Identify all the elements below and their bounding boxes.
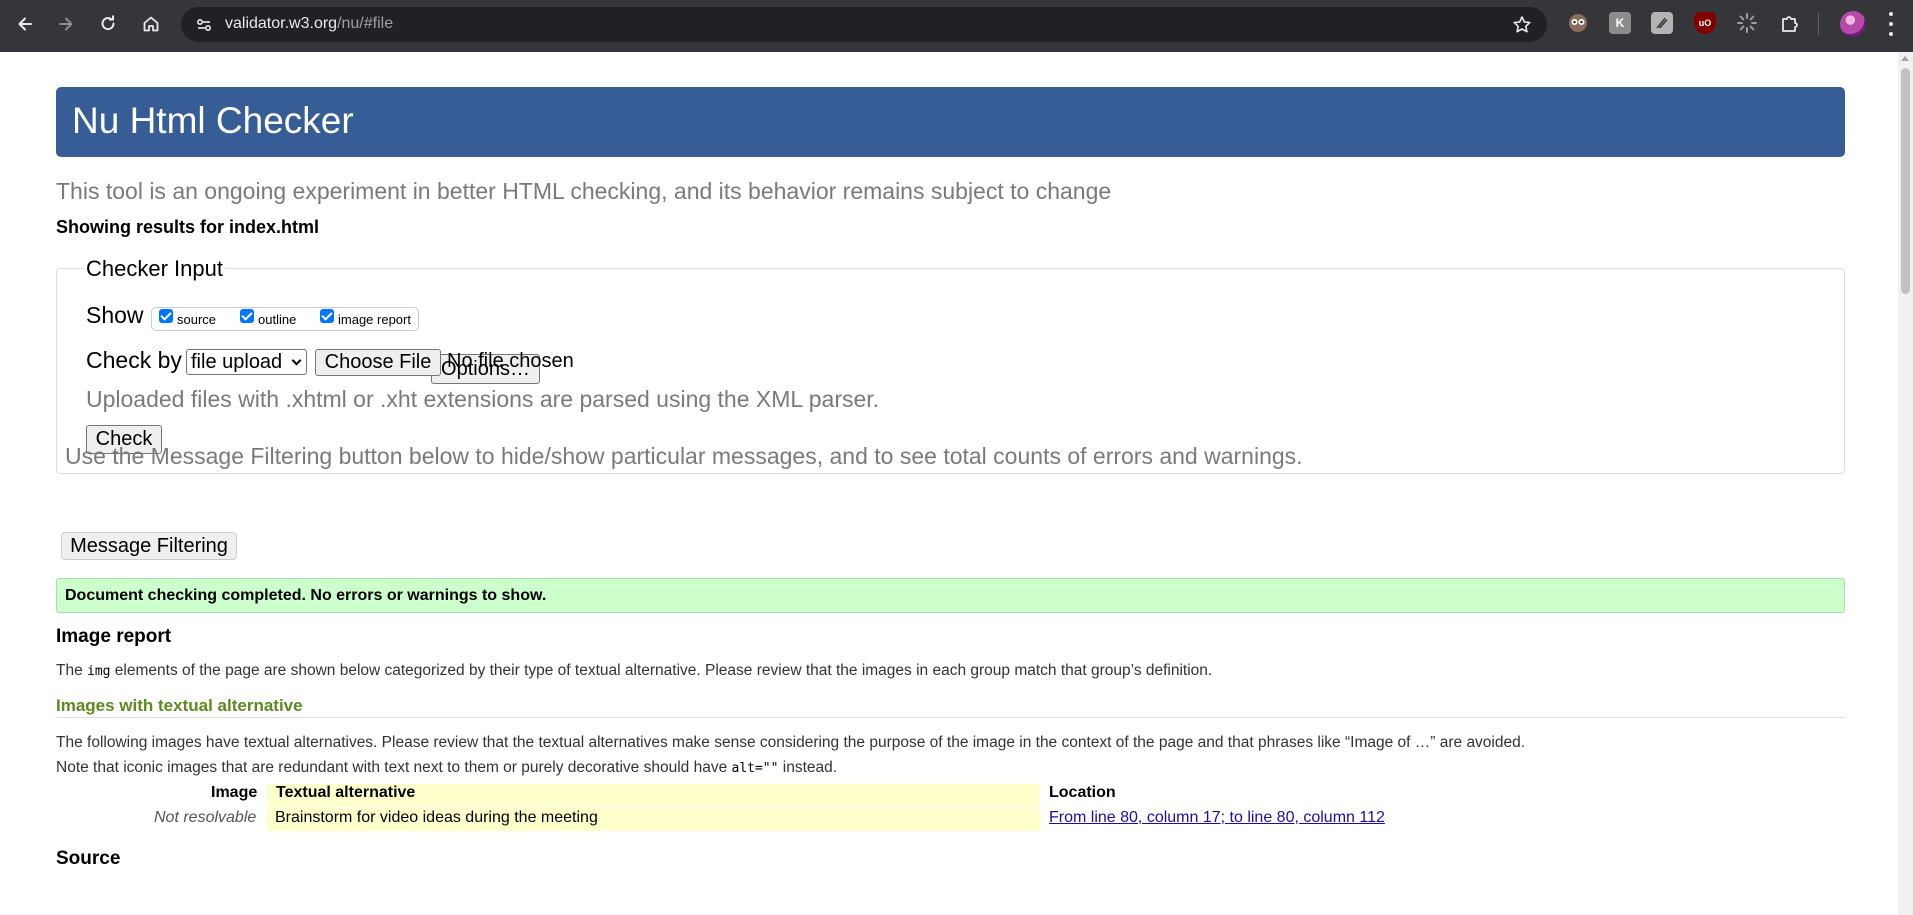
page-subtitle: This tool is an ongoing experiment in be…: [56, 178, 1112, 204]
profile-avatar[interactable]: [1840, 11, 1866, 37]
ublock-icon[interactable]: uO: [1694, 12, 1716, 34]
browser-toolbar: validator.w3.org/nu/#file K uO: [0, 0, 1913, 52]
outline-checkbox[interactable]: [240, 309, 254, 323]
group-description-2: Note that iconic images that are redunda…: [56, 759, 837, 777]
toolbar-divider: [1818, 13, 1819, 35]
page-scrollbar[interactable]: [1898, 52, 1913, 915]
bookmark-star-icon[interactable]: [1511, 14, 1533, 36]
intro-code: img: [87, 664, 111, 679]
note-text-start: Note that iconic images that are redunda…: [56, 759, 732, 776]
forward-icon[interactable]: [52, 10, 80, 38]
intro-text-start: The: [56, 662, 88, 679]
message-filtering-hint: Use the Message Filtering button below t…: [65, 443, 1303, 469]
browser-menu-icon[interactable]: [1888, 12, 1894, 36]
note-code: alt="": [731, 761, 779, 776]
chevron-down-icon: [291, 355, 302, 366]
note-text-end: instead.: [778, 759, 838, 776]
table-cell-image: Not resolvable: [154, 809, 257, 826]
url-host: validator.w3.org: [225, 15, 338, 32]
column-header-location: Location: [1049, 784, 1116, 801]
url-text[interactable]: validator.w3.org/nu/#file: [225, 15, 393, 33]
page-content: Nu Html Checker This tool is an ongoing …: [0, 52, 1913, 915]
image-report-heading: Image report: [56, 626, 172, 647]
pen-extension-icon[interactable]: [1651, 12, 1673, 34]
k-extension-icon[interactable]: K: [1609, 12, 1631, 34]
column-header-alt: Textual alternative: [276, 784, 416, 801]
reload-icon[interactable]: [94, 10, 122, 38]
image-report-intro: The img elements of the page are shown b…: [56, 662, 1212, 680]
address-bar[interactable]: validator.w3.org/nu/#file: [181, 7, 1547, 42]
puzzle-icon[interactable]: [1779, 12, 1801, 34]
intro-text-end: elements of the page are shown below cat…: [110, 662, 1213, 679]
checker-input-legend: Checker Input: [84, 256, 225, 282]
home-icon[interactable]: [137, 10, 165, 38]
url-path: /nu/#file: [337, 15, 394, 32]
success-banner: Document checking completed. No errors o…: [56, 578, 1845, 613]
back-icon[interactable]: [11, 10, 39, 38]
location-link[interactable]: From line 80, column 17; to line 80, col…: [1049, 809, 1385, 827]
sun-extension-icon[interactable]: [1736, 12, 1758, 34]
images-with-alt-heading: Images with textual alternative: [56, 696, 303, 715]
group-description-1: The following images have textual altern…: [56, 734, 1526, 751]
check-by-value: file upload: [191, 351, 283, 373]
heading-divider: [56, 717, 1845, 718]
check-by-label: Check by: [86, 347, 182, 373]
results-for-label: Showing results for index.html: [56, 217, 320, 237]
file-status: No file chosen: [447, 350, 574, 372]
table-cell-alt: Brainstorm for video ideas during the me…: [275, 809, 598, 826]
image-report-checkbox[interactable]: [320, 309, 334, 323]
check-by-select[interactable]: file upload: [186, 349, 307, 375]
scrollbar-thumb[interactable]: [1901, 68, 1910, 294]
page-title: Nu Html Checker: [72, 100, 354, 141]
choose-file-button[interactable]: Choose File: [315, 349, 441, 376]
message-filtering-button[interactable]: Message Filtering: [61, 532, 237, 560]
page-header: Nu Html Checker: [56, 87, 1845, 157]
outline-checkbox-label[interactable]: outline: [258, 312, 296, 327]
show-label: Show: [86, 302, 144, 328]
image-report-checkbox-label[interactable]: image report: [338, 312, 411, 327]
mask-extension-icon[interactable]: [1567, 12, 1589, 34]
source-checkbox[interactable]: [159, 309, 173, 323]
column-header-image: Image: [211, 784, 258, 801]
source-heading: Source: [56, 848, 121, 869]
scroll-up-arrow-icon[interactable]: [1901, 56, 1909, 61]
xml-parser-hint: Uploaded files with .xhtml or .xht exten…: [86, 386, 880, 412]
success-message: Document checking completed. No errors o…: [65, 587, 547, 604]
site-info-icon[interactable]: [194, 15, 214, 35]
source-checkbox-label[interactable]: source: [177, 312, 216, 327]
